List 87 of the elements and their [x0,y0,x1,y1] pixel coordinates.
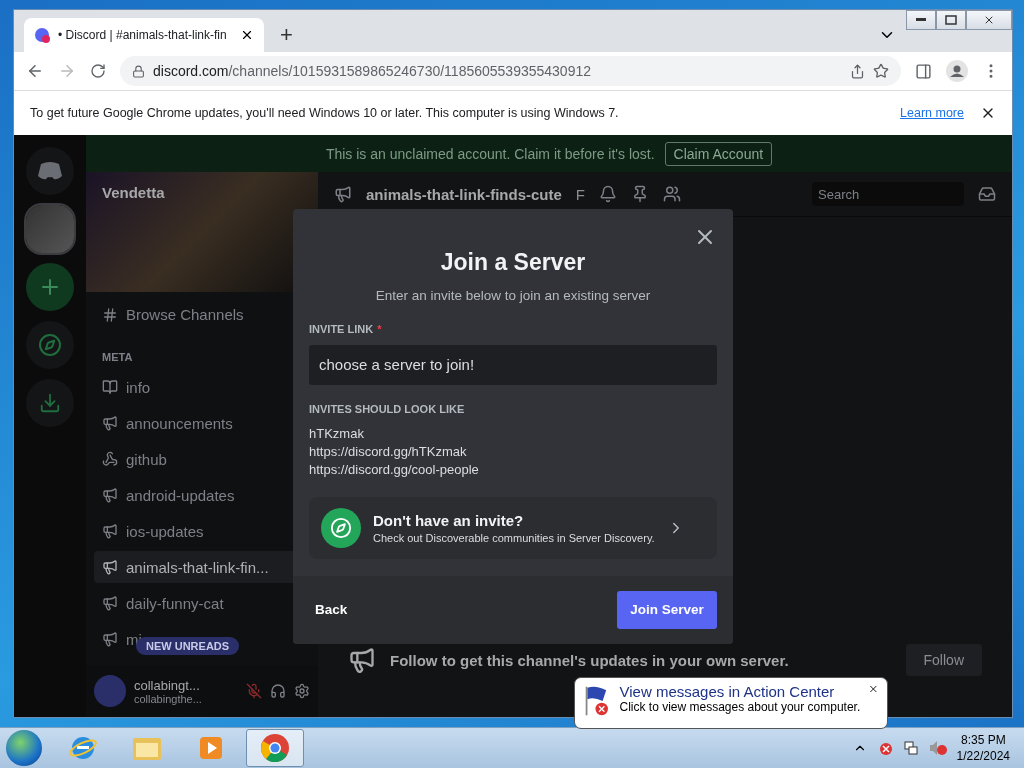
folder-icon [132,735,162,761]
discovery-subtitle: Check out Discoverable communities in Server Discovery. [373,531,655,544]
dialog-subtitle: Enter an invite below to join an existing server [374,287,652,303]
settings-icon[interactable] [294,683,310,699]
notification-balloon[interactable]: View messages in Action Center Click to view messages about your computer. [574,677,888,729]
search-field[interactable]: Search [812,182,964,206]
channel-item[interactable]: ios-updates [94,515,310,547]
minimize-button[interactable] [906,10,936,30]
example-text: https://discord.gg/hTKzmak [309,442,468,461]
claim-account-button[interactable]: Claim Account [664,141,773,166]
book-icon [102,379,118,395]
megaphone-icon [348,646,376,674]
join-server-button[interactable]: Join Server [617,590,717,629]
compass-icon [321,507,361,548]
back-button[interactable]: Back [309,601,354,618]
profile-icon [946,60,968,82]
network-icon[interactable] [902,740,919,756]
banner-text: This is an unclaimed account. Claim it before it's lost. [325,145,655,162]
dialog-title: Join a Server [439,248,587,276]
channel-topic: F [575,185,586,203]
members-icon[interactable] [663,185,682,203]
discovery-card[interactable]: Don't have an invite? Check out Discoverable communities in Server Discovery. [309,496,717,559]
url-text: discord.com/channels/1015931589865246730/1185605539355430912 [153,63,591,79]
channel-item[interactable]: announcements [94,407,310,439]
balloon-message: Click to view messages about your computer. [619,700,861,714]
username: collabingt... [134,677,201,693]
channel-item[interactable]: github [94,443,310,475]
headphones-icon[interactable] [270,683,286,699]
close-tab-icon[interactable] [240,28,254,42]
browse-channels-item[interactable]: Browse Channels [102,306,244,323]
megaphone-icon [102,631,118,647]
tab-title: • Discord | #animals-that-link-fin [58,28,228,42]
megaphone-icon [334,185,352,203]
download-icon [39,392,61,414]
examples-label: INVITES SHOULD LOOK LIKE [309,402,466,415]
channel-item[interactable]: android-updates [94,479,310,511]
download-button[interactable] [26,379,74,427]
explore-button[interactable] [26,321,74,369]
browser-e-icon [69,734,97,762]
follow-text: Follow to get this channel's updates in your own server. [390,651,789,669]
home-button[interactable] [26,147,74,195]
inbox-icon[interactable] [978,185,996,203]
example-text: https://discord.gg/cool-people [309,460,480,479]
bell-icon[interactable] [599,185,618,203]
user-tag: collabingthe... [134,692,202,705]
megaphone-icon [102,523,118,539]
share-icon[interactable] [850,63,865,79]
megaphone-icon [102,595,118,611]
clock[interactable]: 8:35 PM 1/22/2024 [956,732,1010,764]
learn-more-link[interactable]: Learn more [900,106,964,120]
close-icon [983,14,995,26]
megaphone-icon [102,559,118,575]
back-icon[interactable] [26,62,44,80]
taskbar-app[interactable] [246,729,304,767]
webhook-icon [102,451,118,467]
channel-item[interactable]: info [94,371,310,403]
lock-icon [132,64,145,78]
example-text: hTKzmak [309,424,365,443]
balloon-title: View messages in Action Center [619,683,836,700]
media-player-icon [197,734,225,762]
new-tab-button[interactable]: + [276,22,297,48]
follow-button[interactable]: Follow [905,644,982,676]
server-icon[interactable] [26,205,74,253]
invite-link-field[interactable]: choose a server to join! [309,344,717,385]
category-label: META [101,351,134,365]
add-server-button[interactable] [26,263,74,311]
restore-icon [945,15,957,25]
start-button[interactable] [6,730,42,766]
channel-item[interactable]: daily-funny-cat [94,587,310,619]
megaphone-icon [102,487,118,503]
reload-icon[interactable] [90,63,106,79]
server-name: Vendetta [102,184,165,201]
compass-icon [38,333,62,357]
avatar [94,675,126,707]
bookmark-star-icon[interactable] [873,63,889,79]
maximize-button[interactable] [936,10,966,30]
side-panel-icon[interactable] [915,62,932,80]
speaker-muted-icon[interactable] [928,740,947,756]
discovery-title: Don't have an invite? [373,511,525,529]
hash-icon [102,306,118,323]
address-bar[interactable]: discord.com/channels/1015931589865246730/1185605539355430912 [120,56,901,86]
browser-tab[interactable]: • Discord | #animals-that-link-fin [24,18,264,52]
minimize-icon [916,18,926,22]
field-label: INVITE LINK * [309,322,383,335]
channel-title: animals-that-link-finds-cute [366,185,562,203]
update-warning-text: To get future Google Chrome updates, you'll need Windows 10 or later. This computer is using Windows 7. [30,106,619,120]
megaphone-icon [102,415,118,431]
